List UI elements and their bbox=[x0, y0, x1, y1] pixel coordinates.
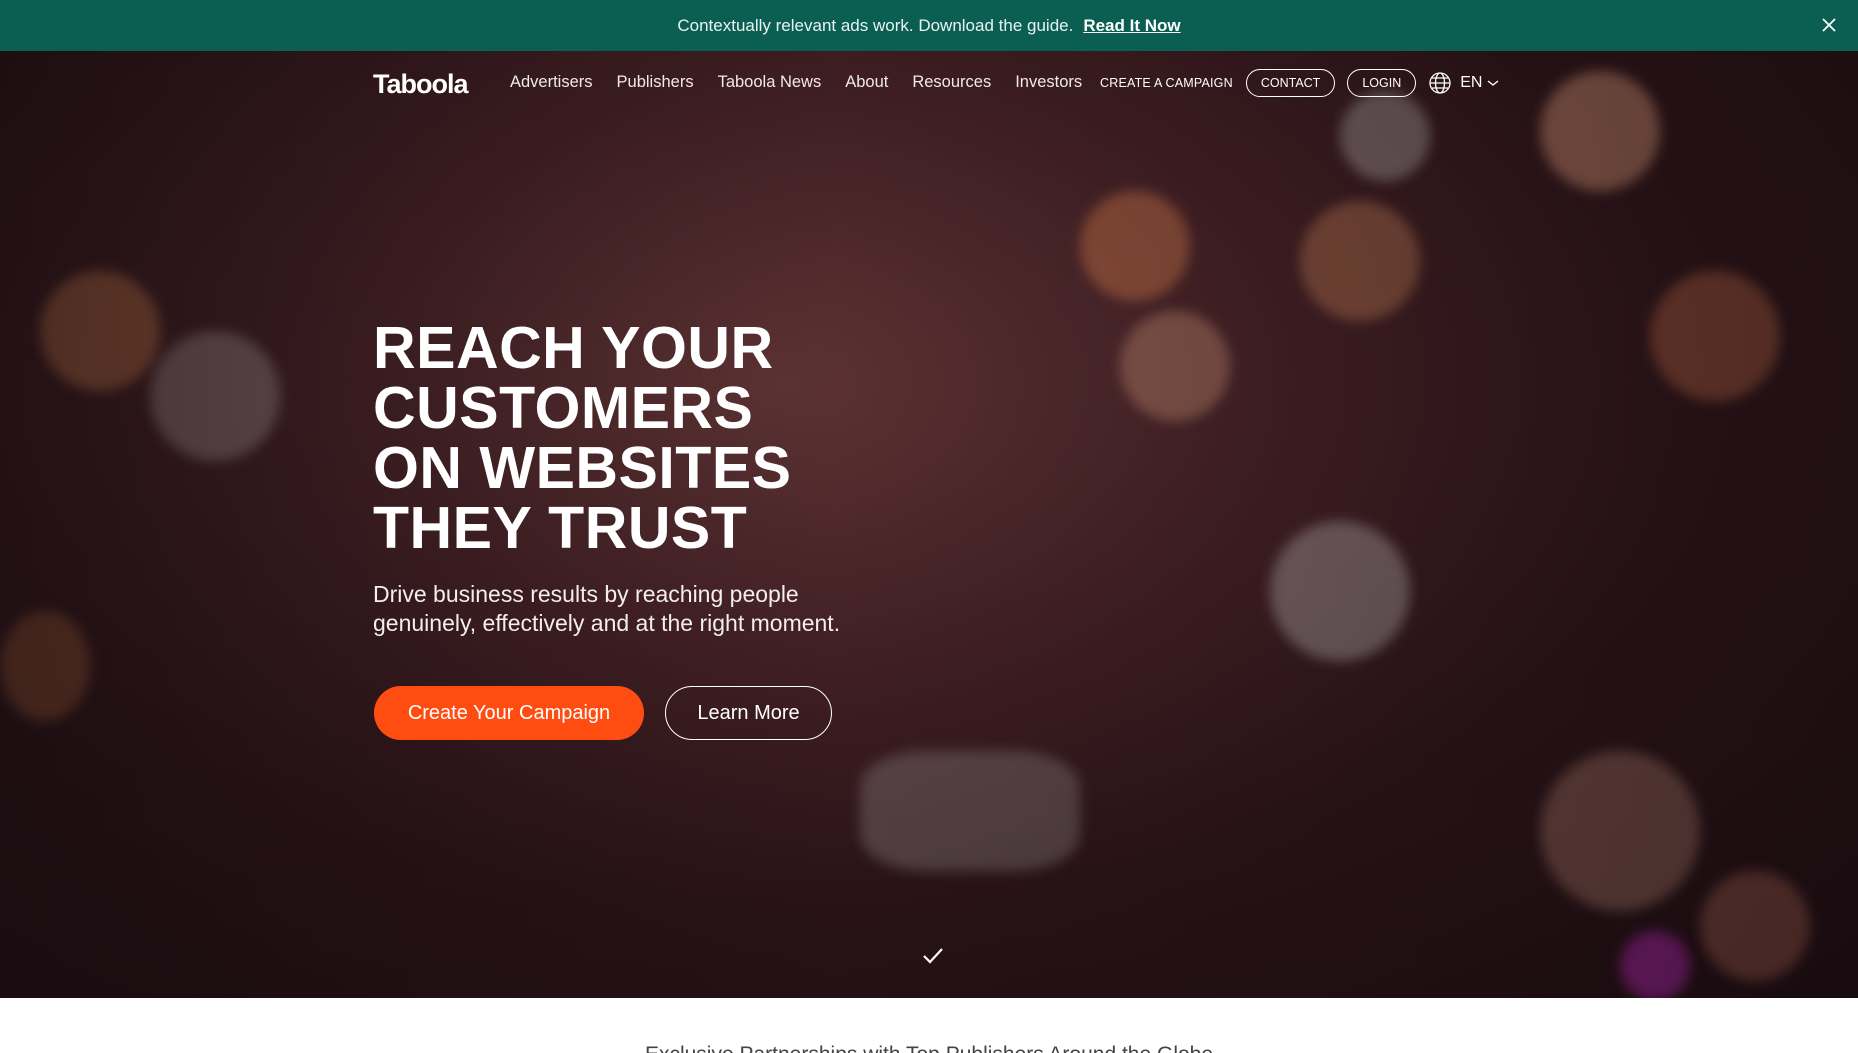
hero-headline: REACH YOUR CUSTOMERS ON WEBSITES THEY TR… bbox=[373, 318, 893, 558]
nav-links: Advertisers Publishers Taboola News Abou… bbox=[510, 73, 1106, 92]
close-icon[interactable] bbox=[1818, 14, 1840, 36]
language-label: EN bbox=[1460, 74, 1483, 91]
nav-link-publishers[interactable]: Publishers bbox=[617, 73, 694, 92]
hero-subtext: Drive business results by reaching peopl… bbox=[373, 580, 893, 638]
login-button[interactable]: LOGIN bbox=[1347, 69, 1417, 97]
banner-message: Contextually relevant ads work. Download… bbox=[677, 15, 1074, 35]
announcement-banner: Contextually relevant ads work. Download… bbox=[0, 0, 1858, 51]
subtext-line: Drive business results by reaching peopl… bbox=[373, 581, 799, 607]
nav-link-taboola-news[interactable]: Taboola News bbox=[718, 73, 822, 92]
chevron-down-icon bbox=[1488, 80, 1499, 86]
nav-link-resources[interactable]: Resources bbox=[912, 73, 991, 92]
read-it-now-link[interactable]: Read It Now bbox=[1083, 16, 1180, 36]
create-your-campaign-button[interactable]: Create Your Campaign bbox=[374, 686, 644, 740]
nav-link-investors[interactable]: Investors bbox=[1015, 73, 1082, 92]
create-campaign-link[interactable]: CREATE A CAMPAIGN bbox=[1100, 76, 1233, 90]
nav-link-about[interactable]: About bbox=[845, 73, 888, 92]
partners-heading: Exclusive Partnerships with Top Publishe… bbox=[0, 1043, 1858, 1053]
hero-background bbox=[0, 51, 1858, 998]
learn-more-button[interactable]: Learn More bbox=[665, 686, 832, 740]
language-selector[interactable]: EN bbox=[1428, 71, 1500, 95]
headline-line: THEY TRUST bbox=[373, 495, 748, 561]
main-navigation: Taboola Advertisers Publishers Taboola N… bbox=[0, 51, 1858, 117]
contact-button[interactable]: CONTACT bbox=[1245, 69, 1336, 97]
checkmark-icon[interactable] bbox=[921, 945, 945, 967]
subtext-line: genuinely, effectively and at the right … bbox=[373, 610, 841, 636]
nav-actions: CREATE A CAMPAIGN CONTACT LOGIN EN bbox=[1100, 69, 1500, 97]
headline-line: REACH YOUR bbox=[373, 315, 774, 381]
headline-line: CUSTOMERS bbox=[373, 375, 754, 441]
headline-line: ON WEBSITES bbox=[373, 435, 792, 501]
nav-link-advertisers[interactable]: Advertisers bbox=[510, 73, 593, 92]
taboola-logo[interactable]: Taboola bbox=[373, 69, 469, 100]
globe-icon bbox=[1429, 72, 1451, 94]
